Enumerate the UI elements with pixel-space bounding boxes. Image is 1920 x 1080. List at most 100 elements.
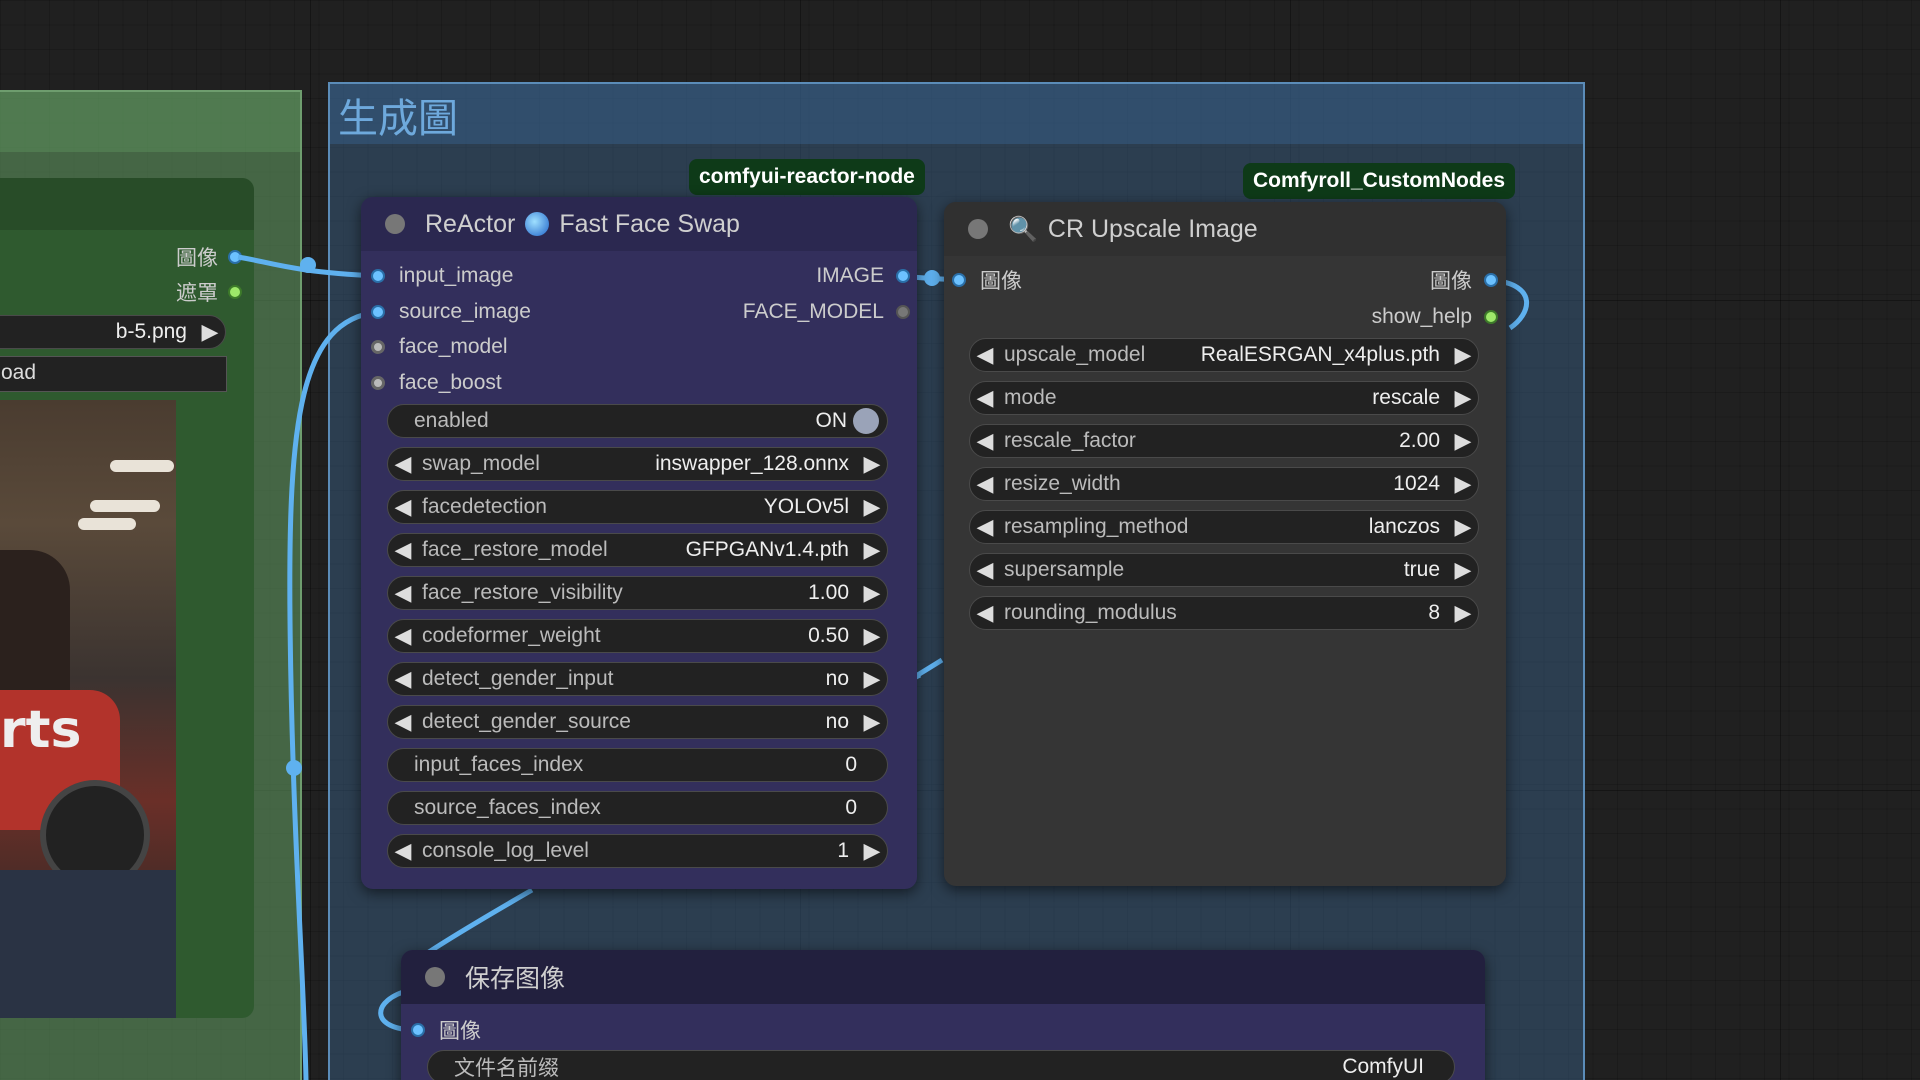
widget-label: detect_gender_source	[422, 710, 631, 733]
upscale-widget-resampling-method[interactable]: ◀ resampling_method lanczos ▶	[969, 510, 1479, 544]
arrow-right-icon[interactable]: ▶	[1448, 428, 1478, 454]
arrow-right-icon[interactable]: ▶	[1448, 557, 1478, 583]
arrow-left-icon[interactable]: ◀	[970, 557, 1000, 583]
arrow-right-icon[interactable]: ▶	[1448, 600, 1478, 626]
widget-value: RealESRGAN_x4plus.pth	[1200, 343, 1440, 366]
widget-label: upscale_model	[1004, 343, 1146, 366]
reactor-widget-console-log-level[interactable]: ◀ console_log_level 1 ▶	[387, 834, 888, 868]
link-midpoint-dot[interactable]	[286, 760, 302, 776]
input-dot[interactable]	[411, 1023, 425, 1037]
output-dot[interactable]	[1484, 310, 1498, 324]
arrow-left-icon[interactable]: ◀	[388, 666, 418, 692]
input-dot[interactable]	[371, 376, 385, 390]
arrow-left-icon[interactable]: ◀	[388, 838, 418, 864]
link-midpoint-dot[interactable]	[300, 257, 316, 273]
reactor-title-text: ReActor	[425, 209, 516, 238]
reactor-output-face-model[interactable]: FACE_MODEL	[700, 294, 910, 330]
arrow-right-icon[interactable]: ▶	[1448, 385, 1478, 411]
widget-value: no	[825, 710, 849, 733]
reactor-input-input-image[interactable]: input_image	[371, 258, 513, 294]
arrow-left-icon[interactable]: ◀	[970, 471, 1000, 497]
arrow-right-icon[interactable]: ▶	[857, 494, 887, 520]
reactor-widget-facedetection[interactable]: ◀ facedetection YOLOv5l ▶	[387, 490, 888, 524]
reactor-title-suffix: Fast Face Swap	[559, 209, 740, 238]
save-filename-prefix-input[interactable]: 文件名前缀 ComfyUI	[427, 1050, 1455, 1080]
badge-reactor-node: comfyui-reactor-node	[689, 159, 925, 195]
arrow-left-icon[interactable]: ◀	[388, 537, 418, 563]
widget-value: 0	[845, 753, 857, 776]
cr-upscale-node-title[interactable]: 🔍 CR Upscale Image	[944, 202, 1506, 256]
arrow-left-icon[interactable]: ◀	[388, 494, 418, 520]
upscale-output-show-help[interactable]: show_help	[1300, 299, 1498, 335]
reactor-widget-source-faces-index[interactable]: source_faces_index 0	[387, 791, 888, 825]
upscale-widget-upscale-model[interactable]: ◀ upscale_model RealESRGAN_x4plus.pth ▶	[969, 338, 1479, 372]
input-dot[interactable]	[371, 340, 385, 354]
collapse-dot-icon[interactable]	[385, 214, 405, 234]
upscale-widget-resize-width[interactable]: ◀ resize_width 1024 ▶	[969, 467, 1479, 501]
arrow-right-icon[interactable]: ▶	[1448, 514, 1478, 540]
arrow-right-icon[interactable]: ▶	[857, 709, 887, 735]
arrow-right-icon[interactable]: ▶	[857, 666, 887, 692]
arrow-left-icon[interactable]: ◀	[970, 600, 1000, 626]
collapse-dot-icon[interactable]	[425, 967, 445, 987]
upscale-input-image[interactable]: 圖像	[952, 262, 1022, 298]
arrow-left-icon[interactable]: ◀	[970, 428, 1000, 454]
reactor-input-source-image[interactable]: source_image	[371, 294, 531, 330]
reactor-widget-face-restore-visibility[interactable]: ◀ face_restore_visibility 1.00 ▶	[387, 576, 888, 610]
arrow-left-icon[interactable]: ◀	[970, 514, 1000, 540]
widget-value: true	[1403, 558, 1440, 581]
arrow-right-icon[interactable]: ▶	[857, 838, 887, 864]
widget-label: source_faces_index	[414, 796, 601, 819]
reactor-input-face-model[interactable]: face_model	[371, 329, 508, 365]
upscale-widget-supersample[interactable]: ◀ supersample true ▶	[969, 553, 1479, 587]
arrow-left-icon[interactable]: ◀	[970, 385, 1000, 411]
widget-label: facedetection	[422, 495, 547, 518]
reactor-widget-input-faces-index[interactable]: input_faces_index 0	[387, 748, 888, 782]
widget-value: GFPGANv1.4.pth	[685, 538, 849, 561]
reactor-output-image[interactable]: IMAGE	[700, 258, 910, 294]
widget-label: rounding_modulus	[1004, 601, 1177, 624]
arrow-left-icon[interactable]: ◀	[388, 623, 418, 649]
widget-value: 0.50	[808, 624, 849, 647]
arrow-right-icon[interactable]: ▶	[1448, 342, 1478, 368]
arrow-right-icon[interactable]: ▶	[857, 623, 887, 649]
input-dot[interactable]	[952, 273, 966, 287]
save-image-node-title[interactable]: 保存图像	[401, 950, 1485, 1004]
upscale-widget-rounding-modulus[interactable]: ◀ rounding_modulus 8 ▶	[969, 596, 1479, 630]
widget-value: 1.00	[808, 581, 849, 604]
arrow-right-icon[interactable]: ▶	[857, 537, 887, 563]
reactor-node-title[interactable]: ReActor Fast Face Swap	[361, 197, 917, 251]
reactor-widget-detect-gender-source[interactable]: ◀ detect_gender_source no ▶	[387, 705, 888, 739]
upscale-widget-rescale-factor[interactable]: ◀ rescale_factor 2.00 ▶	[969, 424, 1479, 458]
badge-comfyroll: Comfyroll_CustomNodes	[1243, 163, 1516, 199]
arrow-right-icon[interactable]: ▶	[857, 580, 887, 606]
reactor-widget-face-restore-model[interactable]: ◀ face_restore_model GFPGANv1.4.pth ▶	[387, 533, 888, 567]
reactor-logo-icon	[525, 212, 550, 236]
widget-label: mode	[1004, 386, 1057, 409]
arrow-left-icon[interactable]: ◀	[970, 342, 1000, 368]
input-dot[interactable]	[371, 269, 385, 283]
arrow-left-icon[interactable]: ◀	[388, 580, 418, 606]
output-dot[interactable]	[896, 269, 910, 283]
reactor-widget-codeformer-weight[interactable]: ◀ codeformer_weight 0.50 ▶	[387, 619, 888, 653]
arrow-left-icon[interactable]: ◀	[388, 709, 418, 735]
collapse-dot-icon[interactable]	[968, 219, 988, 239]
output-dot[interactable]	[1484, 273, 1498, 287]
toggle-knob-icon[interactable]	[853, 408, 879, 434]
widget-label: swap_model	[422, 452, 540, 475]
arrow-right-icon[interactable]: ▶	[857, 451, 887, 477]
reactor-input-face-boost[interactable]: face_boost	[371, 365, 502, 401]
save-input-image[interactable]: 圖像	[411, 1012, 481, 1048]
input-dot[interactable]	[371, 305, 385, 319]
reactor-enabled-toggle[interactable]: enabled ON	[387, 404, 888, 438]
arrow-right-icon[interactable]: ▶	[1448, 471, 1478, 497]
upscale-output-image[interactable]: 圖像	[1300, 262, 1498, 298]
widget-label: input_faces_index	[414, 753, 584, 776]
output-dot[interactable]	[896, 305, 910, 319]
arrow-left-icon[interactable]: ◀	[388, 451, 418, 477]
widget-value: 8	[1428, 601, 1440, 624]
link-midpoint-dot[interactable]	[924, 270, 940, 286]
upscale-widget-mode[interactable]: ◀ mode rescale ▶	[969, 381, 1479, 415]
reactor-widget-detect-gender-input[interactable]: ◀ detect_gender_input no ▶	[387, 662, 888, 696]
reactor-widget-swap-model[interactable]: ◀ swap_model inswapper_128.onnx ▶	[387, 447, 888, 481]
